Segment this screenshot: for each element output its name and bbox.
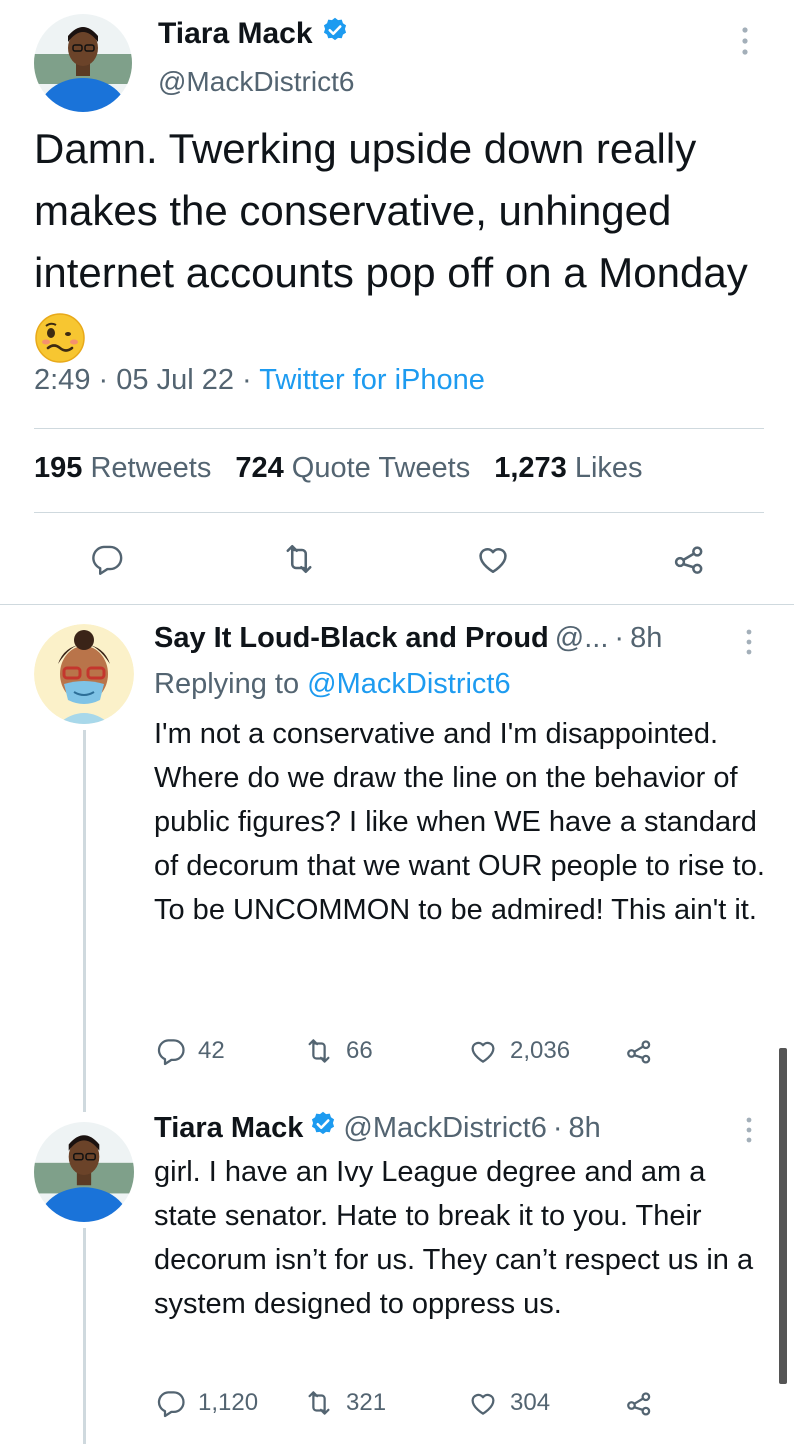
reply-text: I'm not a conservative and I'm disappoin… (154, 718, 765, 926)
reply-author-avatar[interactable] (34, 624, 134, 724)
like-button[interactable]: 2,036 (468, 1036, 624, 1066)
like-icon[interactable] (468, 1036, 498, 1066)
retweet-icon[interactable] (304, 1036, 334, 1066)
tweet-date[interactable]: 05 Jul 22 (116, 364, 234, 396)
reply-icon[interactable] (84, 536, 130, 582)
quote-tweets-stat[interactable]: 724 Quote Tweets (235, 452, 470, 485)
reply-author-handle[interactable]: @... (555, 622, 609, 655)
tweet-time[interactable]: 2:49 (34, 364, 90, 396)
tweet-text-body: Damn. Twerking upside down really makes … (34, 125, 748, 296)
tweet-stats: 195 Retweets 724 Quote Tweets 1,273 Like… (34, 452, 643, 485)
divider (0, 604, 794, 605)
scrollbar[interactable] (779, 1048, 787, 1384)
share-icon[interactable] (666, 536, 712, 582)
more-options-icon[interactable] (740, 26, 750, 56)
share-icon[interactable] (624, 1036, 654, 1066)
like-icon[interactable] (468, 1388, 498, 1418)
retweet-button[interactable]: 66 (304, 1036, 468, 1066)
reply-button[interactable]: 42 (156, 1036, 304, 1066)
share-button[interactable] (624, 1036, 654, 1066)
divider (34, 512, 764, 513)
reply-author-avatar[interactable] (34, 1122, 134, 1222)
reply-header: Tiara Mack @MackDistrict6 · 8h (154, 1110, 601, 1146)
reply-count: 42 (198, 1037, 225, 1064)
meta-separator: · (552, 1111, 563, 1144)
like-icon[interactable] (470, 536, 516, 582)
verified-badge-icon (309, 1110, 337, 1146)
retweet-count: 66 (346, 1037, 373, 1064)
author-handle[interactable]: @MackDistrict6 (158, 66, 354, 98)
replying-to-line: Replying to @MackDistrict6 (154, 668, 511, 701)
retweet-count: 321 (346, 1389, 387, 1416)
thread-line (83, 1228, 86, 1444)
tweet-text: Damn. Twerking upside down really makes … (34, 118, 764, 366)
reply-icon[interactable] (156, 1036, 186, 1066)
author-avatar[interactable] (34, 14, 132, 112)
meta-separator: · (614, 622, 625, 654)
tweet-client[interactable]: Twitter for iPhone (259, 364, 485, 396)
retweets-stat[interactable]: 195 Retweets (34, 452, 211, 485)
reply-age[interactable]: 8h (569, 1112, 601, 1145)
replying-to-label: Replying to (154, 668, 300, 700)
reply-author-handle[interactable]: @MackDistrict6 (343, 1112, 546, 1145)
divider (34, 428, 764, 429)
share-icon[interactable] (624, 1388, 654, 1418)
like-button[interactable]: 304 (468, 1388, 624, 1418)
verified-badge-icon (321, 16, 349, 52)
more-options-icon[interactable] (744, 628, 754, 661)
reply-header: Say It Loud-Black and Proud @... · 8h (154, 622, 662, 655)
thread-line (83, 730, 86, 1112)
retweet-icon[interactable] (304, 1388, 334, 1418)
author-name[interactable]: Tiara Mack (158, 17, 313, 51)
reply-button[interactable]: 1,120 (156, 1388, 304, 1418)
reply-author-name[interactable]: Say It Loud-Black and Proud (154, 622, 549, 655)
meta-separator: · (98, 364, 109, 396)
reply-action-bar: 1,120 321 304 (156, 1388, 776, 1418)
share-button[interactable] (624, 1388, 654, 1418)
tweet-meta: 2:49 · 05 Jul 22 · Twitter for iPhone (34, 364, 485, 397)
reply-text: girl. I have an Ivy League degree and am… (154, 1156, 754, 1320)
retweet-icon[interactable] (276, 536, 322, 582)
meta-separator: · (242, 364, 252, 396)
reply-age[interactable]: 8h (630, 622, 662, 655)
retweet-button[interactable]: 321 (304, 1388, 468, 1418)
replying-to-mention[interactable]: @MackDistrict6 (307, 668, 510, 700)
reply-action-bar: 42 66 2,036 (156, 1036, 776, 1066)
more-options-icon[interactable] (744, 1116, 754, 1149)
reply-icon[interactable] (156, 1388, 186, 1418)
author-name-row[interactable]: Tiara Mack (158, 16, 349, 52)
reply-author-name[interactable]: Tiara Mack (154, 1112, 303, 1145)
like-count: 2,036 (510, 1037, 571, 1064)
like-count: 304 (510, 1389, 551, 1416)
likes-stat[interactable]: 1,273 Likes (494, 452, 642, 485)
woozy-face-emoji (34, 312, 86, 364)
reply-count: 1,120 (198, 1389, 259, 1416)
